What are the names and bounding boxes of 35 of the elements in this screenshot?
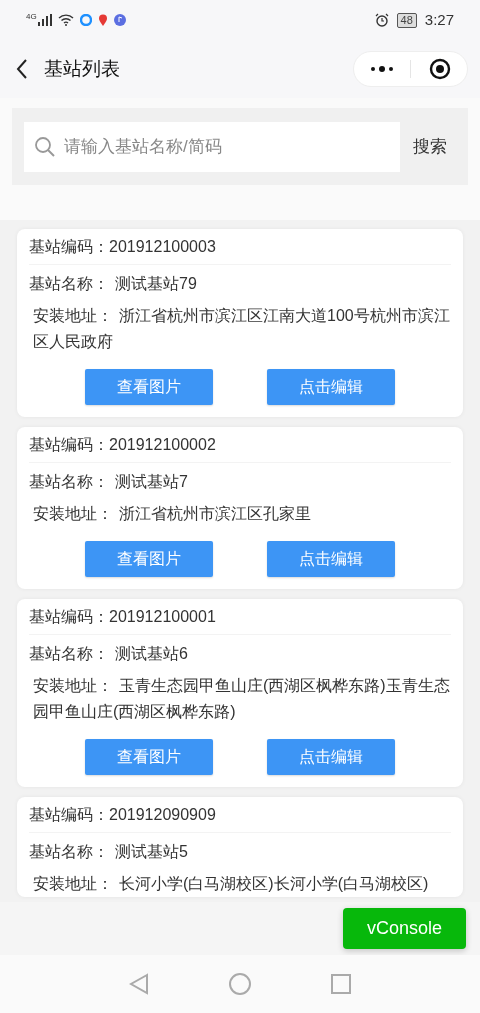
search-button[interactable]: 搜索 — [400, 133, 460, 160]
station-code: 基站编码：201912100003 — [29, 236, 216, 257]
station-name: 基站名称： 测试基站6 — [29, 644, 188, 664]
station-code: 基站编码：201912100002 — [29, 434, 216, 455]
alarm-icon — [374, 13, 389, 27]
view-images-button[interactable]: 查看图片 — [85, 739, 213, 775]
station-code: 基站编码：201912100001 — [29, 606, 216, 627]
more-icon[interactable] — [370, 65, 394, 73]
search-field[interactable]: 请输入基站名称/简码 — [24, 121, 400, 172]
vconsole-button[interactable]: vConsole — [343, 908, 466, 949]
station-name: 基站名称： 测试基站7 — [29, 472, 188, 492]
app-notification-icon — [79, 14, 92, 26]
edit-button[interactable]: 点击编辑 — [267, 369, 395, 405]
view-images-button[interactable]: 查看图片 — [85, 369, 213, 405]
edit-button[interactable]: 点击编辑 — [267, 739, 395, 775]
station-name: 基站名称： 测试基站79 — [29, 274, 197, 294]
station-address: 安装地址： 浙江省杭州市滨江区江南大道100号杭州市滨江区人民政府 — [32, 306, 451, 352]
wifi-icon — [57, 14, 74, 26]
music-app-icon — [113, 14, 126, 26]
signal-icon — [37, 14, 52, 26]
station-address: 安装地址： 玉青生态园甲鱼山庄(西湖区枫桦东路)玉青生态园甲鱼山庄(西湖区枫桦东路) — [32, 676, 451, 722]
clock-time: 3:27 — [424, 9, 454, 30]
station-address: 安装地址： 浙江省杭州市滨江区孔家里 — [32, 504, 312, 524]
back-icon[interactable] — [16, 59, 28, 79]
search-icon — [34, 135, 56, 158]
station-address: 安装地址： 长河小学(白马湖校区)长河小学(白马湖校区) — [32, 874, 430, 894]
station-code: 基站编码：201912090909 — [29, 804, 216, 825]
view-images-button[interactable]: 查看图片 — [85, 541, 213, 577]
search-input[interactable]: 请输入基站名称/简码 — [64, 133, 390, 160]
battery-indicator: 48 — [396, 12, 417, 28]
edit-button[interactable]: 点击编辑 — [267, 541, 395, 577]
location-pin-icon — [97, 13, 108, 27]
network-type: 4G — [26, 13, 37, 21]
station-name: 基站名称： 测试基站5 — [29, 842, 188, 862]
page-title: 基站列表 — [44, 56, 120, 81]
